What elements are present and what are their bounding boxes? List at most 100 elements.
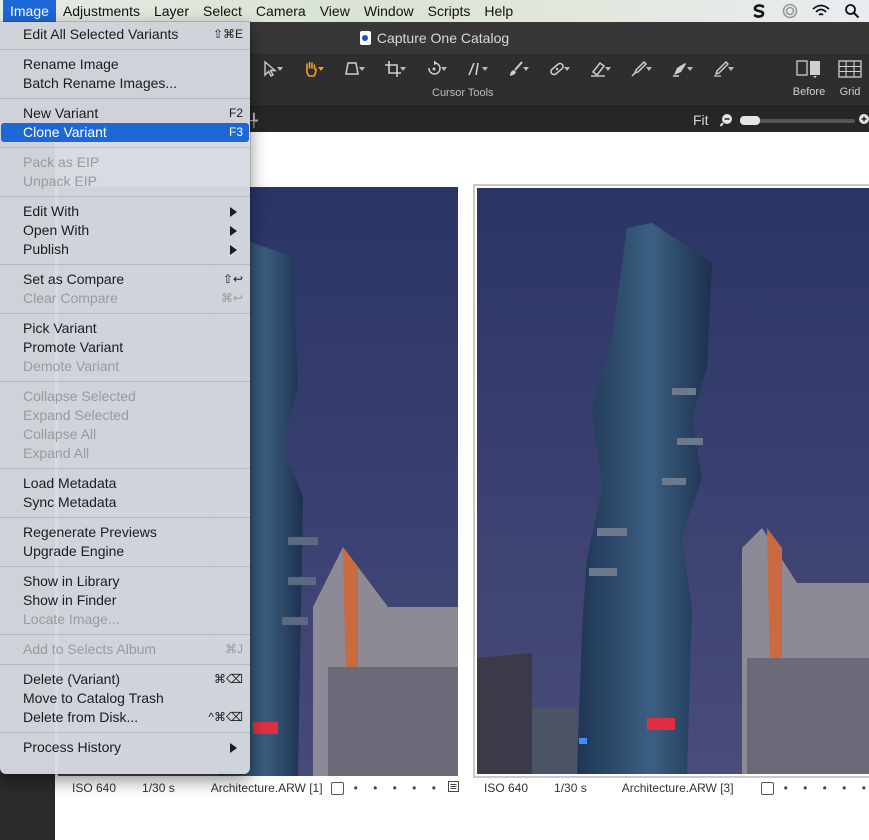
menu-separator (0, 634, 250, 635)
menu-item-regenerate-previews[interactable]: Regenerate Previews (1, 523, 249, 542)
iso-value: ISO 640 (484, 781, 529, 795)
menu-item-shortcut: ⇧↩ (222, 272, 243, 286)
menu-item-set-as-compare[interactable]: Set as Compare ⇧↩ (1, 270, 249, 289)
brush-icon[interactable] (496, 58, 535, 80)
menubar-view[interactable]: View (313, 0, 357, 22)
circle-status-icon[interactable] (781, 3, 799, 19)
select-arrow-icon[interactable] (250, 58, 289, 80)
menu-separator (0, 98, 250, 99)
menu-item-edit-all-selected-variants[interactable]: Edit All Selected Variants ⇧⌘E (1, 25, 249, 44)
heal-icon[interactable] (537, 58, 576, 80)
menu-item-show-in-library[interactable]: Show in Library (1, 572, 249, 591)
menubar-layer[interactable]: Layer (147, 0, 196, 22)
menu-item-process-history[interactable]: Process History (1, 738, 249, 757)
menu-separator (0, 517, 250, 518)
menu-item-label: Batch Rename Images... (23, 75, 178, 91)
menu-separator (0, 147, 250, 148)
straighten-icon[interactable] (455, 58, 494, 80)
select-checkbox[interactable] (760, 781, 774, 795)
crop-icon[interactable] (373, 58, 412, 80)
filename: Architecture.ARW [1] (210, 781, 323, 795)
menu-item-edit-with[interactable]: Edit With (1, 202, 249, 221)
menu-item-publish[interactable]: Publish (1, 240, 249, 259)
zoom-out-icon[interactable] (719, 113, 734, 130)
menu-item-promote-variant[interactable]: Promote Variant (1, 338, 249, 357)
annotate-icon[interactable] (701, 58, 740, 80)
menu-item-rename-image[interactable]: Rename Image (1, 55, 249, 74)
menu-item-label: Pick Variant (23, 320, 97, 336)
menu-item-label: Show in Finder (23, 592, 117, 608)
menu-item-label: Clone Variant (23, 124, 107, 140)
s-sync-icon[interactable] (750, 3, 768, 19)
menubar-camera[interactable]: Camera (249, 0, 313, 22)
menu-item-open-with[interactable]: Open With (1, 221, 249, 240)
menu-item-label: Move to Catalog Trash (23, 690, 164, 706)
menu-item-clone-variant[interactable]: Clone Variant F3 (1, 123, 249, 142)
menubar-window[interactable]: Window (357, 0, 421, 22)
menu-item-move-to-catalog-trash[interactable]: Move to Catalog Trash (1, 689, 249, 708)
perspective-icon[interactable] (332, 58, 371, 80)
before-button[interactable]: Before (789, 58, 829, 98)
menu-item-label: Delete from Disk... (23, 709, 139, 725)
shutter-value: 1/30 s (554, 781, 587, 795)
menu-separator (0, 566, 250, 567)
menu-item-label: Rename Image (23, 56, 119, 72)
menu-item-expand-selected: Expand Selected (1, 406, 249, 425)
menu-item-shortcut: ^⌘⌫ (208, 710, 243, 724)
menu-item-label: Edit All Selected Variants (23, 26, 179, 42)
menu-item-label: Publish (23, 241, 69, 257)
menubar-adjustments[interactable]: Adjustments (56, 0, 147, 22)
menu-separator (0, 381, 250, 382)
menu-item-sync-metadata[interactable]: Sync Metadata (1, 493, 249, 512)
menu-item-load-metadata[interactable]: Load Metadata (1, 474, 249, 493)
before-after-icon (789, 58, 829, 80)
menu-item-label: Upgrade Engine (23, 543, 125, 559)
thumbnail-1-info: ISO 640 1/30 s Architecture.ARW [1] • • … (72, 780, 459, 796)
menubar-scripts[interactable]: Scripts (421, 0, 478, 22)
zoom-in-icon[interactable] (857, 113, 869, 130)
menu-separator (0, 196, 250, 197)
menu-separator (0, 49, 250, 50)
catalog-document-icon (359, 31, 371, 45)
hand-pan-icon[interactable] (291, 58, 330, 80)
menubar-image[interactable]: Image (3, 0, 56, 22)
submenu-arrow-icon (230, 207, 237, 217)
zoom-fit-label[interactable]: Fit (693, 112, 709, 128)
menu-separator (0, 313, 250, 314)
search-icon[interactable] (843, 3, 861, 19)
before-label: Before (792, 86, 826, 98)
menubar-help[interactable]: Help (477, 0, 520, 22)
menu-item-batch-rename-images[interactable]: Batch Rename Images... (1, 74, 249, 93)
star-rating[interactable]: • • • • • (784, 781, 869, 795)
filename: Architecture.ARW [3] (621, 781, 734, 795)
menu-item-show-in-finder[interactable]: Show in Finder (1, 591, 249, 610)
menu-item-label: Regenerate Previews (23, 524, 157, 540)
menu-item-delete-variant[interactable]: Delete (Variant) ⌘⌫ (1, 670, 249, 689)
fill-icon[interactable] (660, 58, 699, 80)
menu-item-new-variant[interactable]: New Variant F2 (1, 104, 249, 123)
star-rating[interactable]: • • • • • (354, 781, 442, 795)
grid-button[interactable]: Grid (830, 58, 869, 98)
wifi-icon[interactable] (812, 3, 830, 19)
menubar-select[interactable]: Select (196, 0, 249, 22)
menu-item-demote-variant: Demote Variant (1, 357, 249, 376)
menu-item-label: Clear Compare (23, 290, 118, 306)
menu-item-upgrade-engine[interactable]: Upgrade Engine (1, 542, 249, 561)
eraser-icon[interactable] (578, 58, 617, 80)
menu-item-add-to-selects-album: Add to Selects Album ⌘J (1, 640, 249, 659)
menu-item-pick-variant[interactable]: Pick Variant (1, 319, 249, 338)
menu-item-shortcut: F2 (228, 106, 243, 120)
select-checkbox[interactable] (330, 781, 344, 795)
thumbnail-variant-3[interactable] (473, 184, 869, 778)
menu-item-label: Locate Image... (23, 611, 120, 627)
menu-item-label: Process History (23, 739, 122, 755)
color-picker-icon[interactable] (619, 58, 658, 80)
menu-item-label: Delete (Variant) (23, 671, 121, 687)
window-title: Capture One Catalog (376, 30, 510, 46)
menu-item-delete-from-disk[interactable]: Delete from Disk... ^⌘⌫ (1, 708, 249, 727)
rotate-icon[interactable] (414, 58, 453, 80)
shutter-value: 1/30 s (142, 781, 175, 795)
zoom-slider-thumb[interactable] (740, 116, 760, 125)
menu-separator (0, 264, 250, 265)
menu-separator (0, 732, 250, 733)
